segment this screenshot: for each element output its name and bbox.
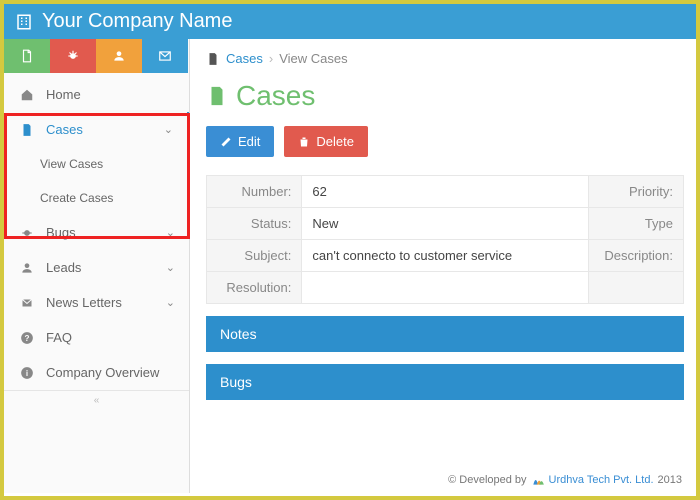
delete-button[interactable]: Delete [284, 126, 368, 157]
mail-icon [18, 297, 36, 309]
svg-text:?: ? [25, 333, 30, 342]
quick-action-bar [4, 39, 189, 73]
nav-overview[interactable]: i Company Overview [4, 355, 189, 390]
question-icon: ? [18, 331, 36, 345]
breadcrumb-separator: › [269, 51, 273, 66]
nav-leads[interactable]: Leads ⌄ [4, 250, 189, 285]
main-content: Cases › View Cases Cases Edit Delete Num… [190, 39, 696, 493]
field-label: Resolution: [207, 272, 302, 304]
footer-text: © Developed by [448, 474, 526, 486]
home-icon [18, 88, 36, 102]
field-value [302, 272, 588, 304]
field-value [588, 272, 683, 304]
case-detail-table: Number: 62 Priority: Status: New Type Su… [206, 175, 684, 304]
field-label: Status: [207, 208, 302, 240]
table-row: Status: New Type [207, 208, 684, 240]
nav-home[interactable]: Home [4, 77, 189, 112]
chevron-down-icon: ⌄ [166, 261, 175, 274]
panel-title: Notes [220, 326, 257, 342]
nav-label: Bugs [46, 225, 76, 240]
breadcrumb: Cases › View Cases [206, 51, 684, 66]
field-label: Type [588, 208, 683, 240]
svg-text:i: i [26, 368, 28, 377]
chevron-down-icon: ⌄ [166, 226, 175, 239]
quick-mail[interactable] [142, 39, 188, 73]
field-label: Number: [207, 176, 302, 208]
company-name: Your Company Name [42, 10, 232, 33]
field-value: can't connecto to customer service [302, 240, 588, 272]
field-label: Priority: [588, 176, 683, 208]
action-bar: Edit Delete [206, 126, 684, 157]
nav-faq[interactable]: ? FAQ [4, 320, 189, 355]
user-icon [18, 261, 36, 275]
document-icon [18, 123, 36, 137]
quick-user[interactable] [96, 39, 142, 73]
nav-label: View Cases [40, 157, 103, 171]
footer-company[interactable]: Urdhva Tech Pvt. Ltd. [549, 474, 654, 486]
table-row: Subject: can't connecto to customer serv… [207, 240, 684, 272]
page-title: Cases [206, 80, 684, 112]
chevron-down-icon: ⌄ [166, 296, 175, 309]
sidebar-nav: Home Cases ⌄ View Cases Create Cases Bugs… [4, 77, 189, 390]
logo-icon [531, 473, 545, 487]
nav-newsletters[interactable]: News Letters ⌄ [4, 285, 189, 320]
nav-create-cases[interactable]: Create Cases [4, 181, 189, 215]
nav-label: Cases [46, 122, 83, 137]
nav-label: Leads [46, 260, 81, 275]
field-value: 62 [302, 176, 588, 208]
quick-bug[interactable] [50, 39, 96, 73]
nav-label: FAQ [46, 330, 72, 345]
chevron-down-icon: ⌄ [164, 123, 173, 136]
building-icon [14, 12, 34, 32]
edit-label: Edit [238, 134, 260, 149]
field-label: Subject: [207, 240, 302, 272]
table-row: Number: 62 Priority: [207, 176, 684, 208]
quick-new-document[interactable] [4, 39, 50, 73]
breadcrumb-root[interactable]: Cases [226, 51, 263, 66]
sidebar-collapse-button[interactable]: « [4, 390, 189, 410]
field-label: Description: [588, 240, 683, 272]
nav-label: Create Cases [40, 191, 113, 205]
nav-label: News Letters [46, 295, 122, 310]
app-header: Your Company Name [4, 4, 696, 39]
nav-label: Home [46, 87, 81, 102]
pencil-icon [220, 136, 232, 148]
delete-label: Delete [316, 134, 354, 149]
bug-icon [18, 226, 36, 240]
footer-year: 2013 [658, 474, 682, 486]
info-icon: i [18, 366, 36, 380]
nav-cases[interactable]: Cases ⌄ [4, 112, 189, 147]
nav-bugs[interactable]: Bugs ⌄ [4, 215, 189, 250]
footer: © Developed by Urdhva Tech Pvt. Ltd. 201… [448, 473, 682, 487]
field-value: New [302, 208, 588, 240]
notes-panel[interactable]: Notes [206, 316, 684, 352]
nav-label: Company Overview [46, 365, 159, 380]
document-icon [206, 52, 220, 66]
page-title-text: Cases [236, 80, 315, 112]
nav-view-cases[interactable]: View Cases [4, 147, 189, 181]
edit-button[interactable]: Edit [206, 126, 274, 157]
breadcrumb-current: View Cases [279, 51, 347, 66]
trash-icon [298, 136, 310, 148]
bugs-panel[interactable]: Bugs [206, 364, 684, 400]
panel-title: Bugs [220, 374, 252, 390]
table-row: Resolution: [207, 272, 684, 304]
document-icon [206, 85, 228, 107]
sidebar: Home Cases ⌄ View Cases Create Cases Bugs… [4, 39, 190, 493]
